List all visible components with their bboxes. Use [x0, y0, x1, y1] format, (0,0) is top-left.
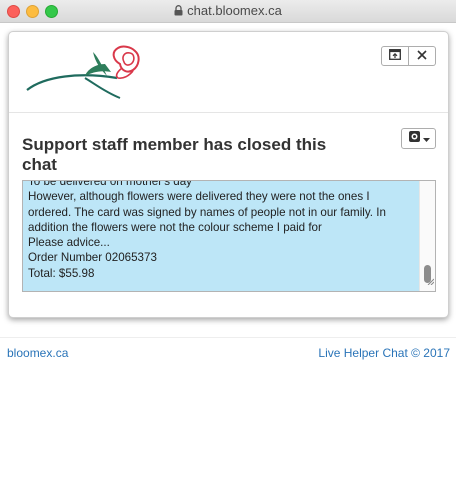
caret-down-icon — [422, 130, 430, 148]
close-icon — [417, 47, 427, 65]
message-line: To be delivered on mother's day — [28, 180, 192, 188]
chat-message-text: To be delivered on mother's day However,… — [28, 180, 400, 281]
browser-titlebar: chat.bloomex.ca — [0, 0, 456, 23]
popout-button[interactable] — [381, 46, 409, 66]
message-line: However, although flowers were delivered… — [28, 190, 370, 204]
chat-message-box[interactable]: To be delivered on mother's day However,… — [22, 180, 436, 292]
bloomex-link[interactable]: bloomex.ca — [7, 346, 68, 360]
chat-status-title: Support staff member has closed this cha… — [22, 135, 327, 174]
settings-dropdown-button[interactable] — [401, 128, 436, 149]
message-line: Order Number 02065373 — [28, 251, 157, 265]
close-chat-button[interactable] — [409, 46, 436, 66]
message-line: Total: $55.98 — [28, 266, 95, 280]
header-divider — [9, 112, 448, 113]
lock-icon — [174, 4, 183, 19]
message-line: Please advice... — [28, 236, 110, 250]
rose-logo-icon — [25, 42, 145, 102]
live-helper-chat-link[interactable]: Live Helper Chat © 2017 — [318, 346, 450, 360]
resize-handle-icon[interactable] — [427, 272, 435, 290]
message-line: ordered. The card was signed by names of… — [28, 205, 386, 219]
window-controls — [381, 46, 436, 66]
address-bar[interactable]: chat.bloomex.ca — [0, 3, 456, 19]
gear-icon — [408, 130, 421, 148]
message-line: addition the flowers were not the colour… — [28, 220, 322, 234]
footer-divider — [0, 337, 456, 338]
url-text: chat.bloomex.ca — [187, 3, 282, 18]
popout-window-icon — [389, 47, 401, 65]
chat-widget-panel: Support staff member has closed this cha… — [8, 31, 449, 318]
